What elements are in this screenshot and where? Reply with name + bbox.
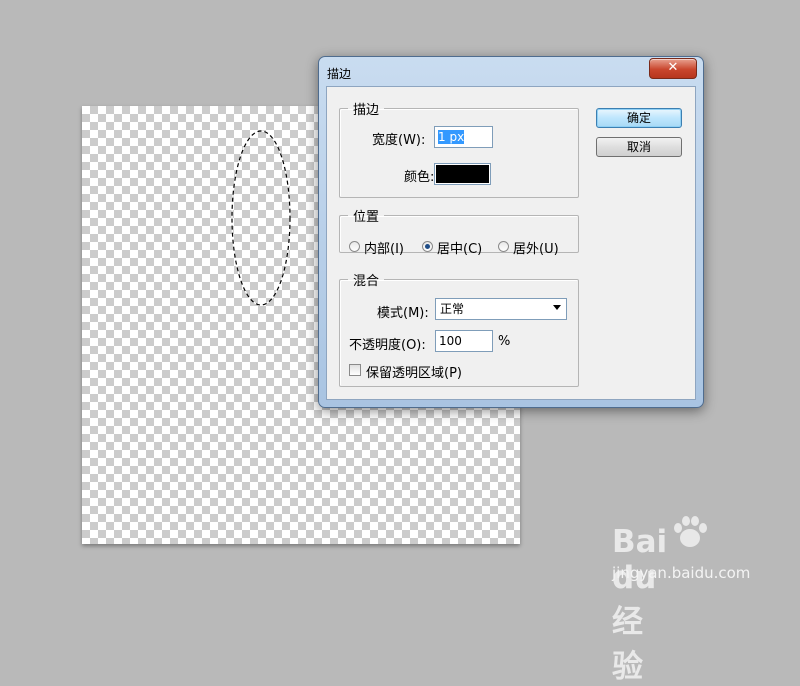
color-label: 颜色: xyxy=(404,170,435,185)
mode-label: 模式(M): xyxy=(377,306,429,321)
preserve-transparency-label: 保留透明区域(P) xyxy=(366,366,462,381)
cancel-button[interactable]: 取消 xyxy=(596,137,682,157)
radio-inside[interactable] xyxy=(349,241,360,252)
dropdown-arrow-icon xyxy=(553,305,561,310)
preserve-transparency-checkbox[interactable] xyxy=(349,364,361,376)
color-swatch[interactable] xyxy=(434,163,491,185)
blend-mode-select[interactable]: 正常 xyxy=(435,298,567,320)
width-input[interactable]: 1 px xyxy=(434,126,493,148)
width-label: 宽度(W): xyxy=(372,133,426,148)
blending-group-legend: 混合 xyxy=(353,274,380,289)
blend-mode-value: 正常 xyxy=(440,302,465,316)
opacity-input[interactable]: 100 xyxy=(435,330,493,352)
close-button[interactable]: ✕ xyxy=(649,58,697,79)
paw-logo-icon xyxy=(674,516,707,547)
watermark-url: jingyan.baidu.com xyxy=(612,564,751,582)
ok-button[interactable]: 确定 xyxy=(596,108,682,128)
dialog-body: 描边 宽度(W): 1 px 颜色: 位置 内部(I) 居中(C) 居外(U) … xyxy=(326,86,696,400)
radio-inside-label: 内部(I) xyxy=(364,242,404,257)
watermark-brand: Bai du 经验 xyxy=(612,524,668,685)
dialog-titlebar[interactable]: 描边 ✕ xyxy=(319,57,703,85)
stroke-dialog: 描边 ✕ 描边 宽度(W): 1 px 颜色: 位置 内部(I) 居中(C) 居… xyxy=(318,56,704,408)
radio-center[interactable] xyxy=(422,241,433,252)
radio-outside[interactable] xyxy=(498,241,509,252)
radio-outside-label: 居外(U) xyxy=(513,242,559,257)
cancel-button-label: 取消 xyxy=(626,140,651,154)
radio-center-label: 居中(C) xyxy=(437,242,483,257)
dialog-title: 描边 xyxy=(327,67,352,81)
color-swatch-fill xyxy=(436,165,489,183)
position-group-legend: 位置 xyxy=(353,210,380,225)
width-value: 1 px xyxy=(438,130,465,144)
close-icon: ✕ xyxy=(667,60,679,75)
opacity-unit: % xyxy=(498,334,511,349)
ok-button-label: 确定 xyxy=(626,111,651,125)
elliptical-selection-marquee xyxy=(231,130,291,306)
opacity-value: 100 xyxy=(439,334,462,348)
stroke-group-legend: 描边 xyxy=(353,103,380,118)
opacity-label: 不透明度(O): xyxy=(349,338,426,353)
